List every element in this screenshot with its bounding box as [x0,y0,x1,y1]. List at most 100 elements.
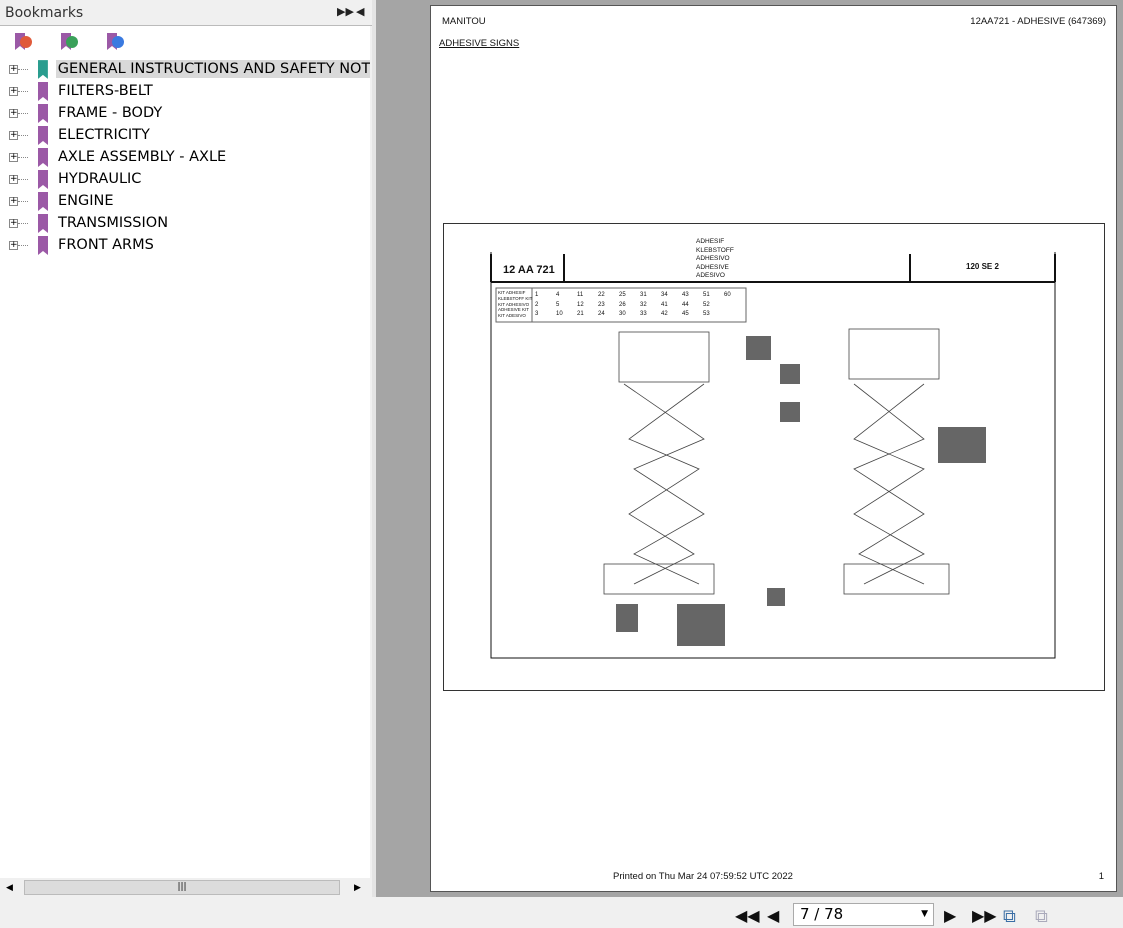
kit-number: 26 [619,301,626,308]
kit-label-line: KIT ADESIVO [498,313,526,319]
bookmark-label: FILTERS-BELT [58,83,153,99]
scroll-right-icon[interactable]: ▶ [354,883,361,893]
expand-icon[interactable]: + [9,152,18,162]
kit-number: 2 [535,301,539,308]
bookmark-item[interactable]: + AXLE ASSEMBLY - AXLE [0,146,370,168]
bookmark-icon [38,103,48,123]
panel-title: Bookmarks [5,4,84,21]
kit-number: 60 [724,292,731,298]
bookmark-item[interactable]: + GENERAL INSTRUCTIONS AND SAFETY NOTIC [0,58,370,80]
next-page-icon[interactable]: ▶ [944,906,956,925]
kit-number: 53 [703,311,710,317]
bookmark-icon [37,59,48,79]
first-page-icon[interactable]: ◀◀ [735,906,760,925]
bookmark-label: FRAME - BODY [58,105,163,121]
kit-number: 34 [661,292,668,298]
expand-icon[interactable]: + [9,130,18,140]
kit-number: 11 [577,292,584,298]
figure-code: 12 AA 721 [503,264,555,276]
kit-number: 12 [577,301,584,308]
bookmarks-panel: Bookmarks ▶▶ ◀ + GENERAL INSTRUCTIONS AND… [0,0,372,897]
bookmark-label: HYDRAULIC [58,171,142,187]
goto-bookmark-icon[interactable] [104,31,126,53]
adhesive-figure: 12 AA 721 120 SE 2 ADHESIF KLEBSTOFF ADHES… [443,223,1105,691]
bookmark-icon [38,235,48,255]
kit-number: 33 [640,311,647,317]
bookmark-item[interactable]: + ELECTRICITY [0,124,370,146]
page-selector[interactable]: 7 / 78 ▼ [793,903,934,926]
figure-title-line: KLEBSTOFF [696,246,734,254]
scroll-thumb[interactable]: ||| [24,880,340,895]
kit-number: 52 [703,301,710,308]
bookmark-label: FRONT ARMS [58,237,154,253]
kit-number: 22 [598,292,605,298]
kit-number: 41 [661,301,668,308]
expand-icon[interactable]: + [9,240,18,250]
kit-number: 1 [535,292,539,298]
delete-bookmark-icon[interactable] [12,31,34,53]
brand: MANITOU [442,16,486,27]
expand-icon[interactable]: + [9,196,18,206]
bookmark-item[interactable]: + TRANSMISSION [0,212,370,234]
kit-number: 30 [619,311,626,317]
last-page-icon[interactable]: ▶▶ [972,906,997,925]
bookmark-item[interactable]: + FRONT ARMS [0,234,370,256]
figure-title-line: ADHESIVO [696,255,730,262]
kit-label-line: KLEBSTOFF KIT [498,295,533,301]
expand-icon[interactable]: + [9,108,18,118]
bookmark-icon [38,213,48,233]
figure-title-line: ADHESIVE [696,263,729,271]
bookmark-icon [38,81,48,101]
expand-icon[interactable]: ▶▶ [337,5,354,18]
scroll-left-icon[interactable]: ◀ [6,883,13,893]
kit-number: 10 [556,311,563,317]
previous-page-icon[interactable]: ◀ [767,906,779,925]
pdf-page: MANITOU 12AA721 - ADHESIVE (647369) ADHE… [430,5,1117,892]
horizontal-scrollbar[interactable]: ◀ ||| ▶ [0,878,370,897]
kit-number: 24 [598,311,605,317]
page-indicator: 7 / 78 [800,905,844,923]
bookmark-item[interactable]: + FRAME - BODY [0,102,370,124]
kit-number: 32 [640,301,647,308]
document-ref: 12AA721 - ADHESIVE (647369) [970,16,1106,27]
print-footer: Printed on Thu Mar 24 07:59:52 UTC 2022 [613,871,793,882]
kit-number: 45 [682,311,689,317]
figure-title-line: ADHESIF [696,238,725,245]
figure-title-line: ADESIVO [696,272,725,279]
expand-icon[interactable]: + [9,174,18,184]
expand-icon[interactable]: + [9,86,18,96]
bookmark-item[interactable]: + FILTERS-BELT [0,80,370,102]
bookmark-icon [38,191,48,211]
expand-icon[interactable]: + [9,218,18,228]
kit-number: 3 [535,311,539,317]
bookmark-item[interactable]: + HYDRAULIC [0,168,370,190]
kit-number: 21 [577,311,584,317]
collapse-panel-icon[interactable]: ◀ [356,5,364,18]
previous-view-icon[interactable]: ⧉ [1003,906,1016,927]
page-number: 1 [1098,871,1104,882]
chevron-down-icon[interactable]: ▼ [921,904,928,925]
kit-number: 31 [640,292,647,298]
expand-icon[interactable]: + [9,64,18,74]
bookmark-icon [38,125,48,145]
next-view-icon[interactable]: ⧉ [1035,906,1048,927]
kit-number: 5 [556,301,560,308]
bookmark-label: ELECTRICITY [58,127,150,143]
kit-number: 25 [619,292,626,298]
bookmark-label: AXLE ASSEMBLY - AXLE [58,149,227,165]
kit-number: 43 [682,292,689,298]
kit-number: 4 [556,292,560,298]
document-viewer: MANITOU 12AA721 - ADHESIVE (647369) ADHE… [376,0,1123,897]
kit-number: 51 [703,292,710,298]
section-title: ADHESIVE SIGNS [439,38,520,49]
bookmark-icon [38,147,48,167]
bookmark-label: ENGINE [58,193,114,209]
kit-number: 42 [661,311,668,317]
add-bookmark-icon[interactable] [58,31,80,53]
figure-model: 120 SE 2 [966,262,999,271]
kit-number: 23 [598,301,605,308]
bookmark-icon [38,169,48,189]
kit-number: 44 [682,301,689,308]
bookmark-label: TRANSMISSION [58,215,169,231]
bookmark-item[interactable]: + ENGINE [0,190,370,212]
